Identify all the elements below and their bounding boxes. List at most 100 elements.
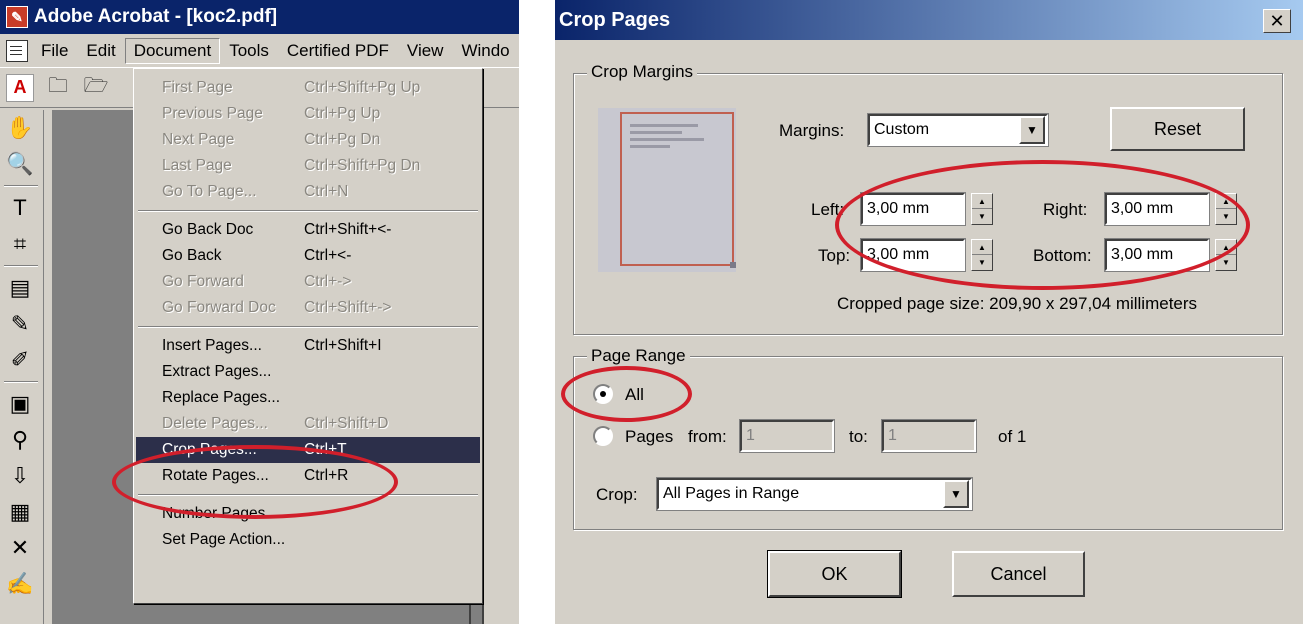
highlight-tool-icon[interactable]: ✐ (0, 342, 40, 378)
menu-view[interactable]: View (398, 38, 453, 64)
menu-item-next-page: Next Page Ctrl+Pg Dn (136, 127, 480, 153)
stepper-down-icon[interactable]: ▼ (972, 209, 992, 224)
right-panel (482, 110, 519, 624)
open-folder-icon[interactable]: 🗀 (44, 74, 72, 102)
menu-document[interactable]: Document (124, 37, 221, 64)
stepper-up-icon[interactable]: ▲ (972, 240, 992, 255)
tool-separator (4, 381, 38, 383)
preview-resize-handle (730, 262, 736, 268)
stepper-down-icon[interactable]: ▼ (1216, 255, 1236, 270)
menu-item-shortcut: Ctrl+Pg Dn (304, 131, 381, 148)
crop-range-select[interactable]: All Pages in Range (656, 477, 973, 511)
to-page-field[interactable]: 1 (881, 419, 977, 453)
preview-text-line (630, 145, 670, 148)
tools-sidebar: ✋ 🔍 T ⌗ ▤ ✎ ✐ ▣ ⚲ ⇩ ▦ ✕ ✍ (0, 110, 44, 624)
menu-tools[interactable]: Tools (220, 38, 278, 64)
open-file-icon[interactable]: 🗁 (82, 74, 110, 102)
menu-item-insert-pages[interactable]: Insert Pages... Ctrl+Shift+I (136, 333, 480, 359)
chevron-down-icon[interactable]: ▼ (1019, 116, 1045, 144)
page-range-group-label: Page Range (587, 346, 690, 366)
pages-range-label[interactable]: Pages (625, 427, 673, 447)
hand-tool-icon[interactable]: ✋ (0, 110, 40, 146)
menu-item-go-back-doc[interactable]: Go Back Doc Ctrl+Shift+<- (136, 217, 480, 243)
document-menu-dropdown: First Page Ctrl+Shift+Pg Up Previous Page C… (133, 68, 483, 604)
top-margin-field[interactable]: 3,00 mm (860, 238, 966, 272)
menu-item-shortcut: Ctrl+Shift+Pg Dn (304, 157, 421, 174)
cancel-button[interactable]: Cancel (952, 551, 1085, 597)
resize-tool-icon[interactable]: ✕ (0, 530, 40, 566)
menu-item-go-forward: Go Forward Ctrl+-> (136, 269, 480, 295)
menu-window[interactable]: Windo (452, 38, 518, 64)
acrobat-app-icon: ✎ (6, 6, 28, 28)
stepper-down-icon[interactable]: ▼ (1216, 209, 1236, 224)
menu-item-label: First Page (162, 79, 233, 96)
right-margin-stepper[interactable]: ▲ ▼ (1215, 193, 1237, 225)
menu-certified-pdf[interactable]: Certified PDF (278, 38, 398, 64)
form-tool-icon[interactable]: ▣ (0, 386, 40, 422)
menu-item-label: Previous Page (162, 105, 263, 122)
menu-item-label: Go Back Doc (162, 221, 254, 238)
menu-file[interactable]: File (32, 38, 77, 64)
dialog-titlebar: Crop Pages ✕ (555, 0, 1303, 40)
menu-item-label: Go To Page... (162, 183, 257, 200)
zoom-tool-icon[interactable]: 🔍 (0, 146, 40, 182)
text-select-tool-icon[interactable]: T (0, 190, 40, 226)
bottom-margin-stepper[interactable]: ▲ ▼ (1215, 239, 1237, 271)
stepper-up-icon[interactable]: ▲ (972, 194, 992, 209)
menu-item-extract-pages[interactable]: Extract Pages... (136, 359, 480, 385)
menu-item-label: Delete Pages... (162, 415, 268, 432)
adobe-logo-icon[interactable]: A (6, 73, 34, 102)
menu-item-label: Next Page (162, 131, 235, 148)
note-tool-icon[interactable]: ▤ (0, 270, 40, 306)
acrobat-window: ✎ Adobe Acrobat - [koc2.pdf] File Edit D… (0, 0, 519, 624)
menu-item-label: Go Forward Doc (162, 299, 276, 316)
menu-item-shortcut: Ctrl+R (304, 467, 349, 484)
menu-item-shortcut: Ctrl+<- (304, 247, 352, 264)
menu-edit[interactable]: Edit (77, 38, 124, 64)
stepper-up-icon[interactable]: ▲ (1216, 194, 1236, 209)
crop-label: Crop: (596, 485, 638, 504)
menu-separator (138, 326, 478, 328)
stepper-up-icon[interactable]: ▲ (1216, 240, 1236, 255)
crop-tool-icon[interactable]: ⌗ (0, 226, 40, 262)
menu-item-label: Last Page (162, 157, 232, 174)
stepper-down-icon[interactable]: ▼ (972, 255, 992, 270)
menu-item-replace-pages[interactable]: Replace Pages... (136, 385, 480, 411)
menu-item-crop-pages[interactable]: Crop Pages... Ctrl+T (136, 437, 480, 463)
left-margin-stepper[interactable]: ▲ ▼ (971, 193, 993, 225)
margins-label: Margins: (779, 121, 845, 140)
ok-button[interactable]: OK (767, 550, 902, 598)
preview-text-line (630, 138, 704, 141)
menu-item-label: Extract Pages... (162, 363, 272, 380)
menu-item-label: Insert Pages... (162, 337, 262, 354)
menu-item-shortcut: Ctrl+N (304, 183, 349, 200)
link-tool-icon[interactable]: ⚲ (0, 422, 40, 458)
menu-item-shortcut: Ctrl+-> (304, 273, 352, 290)
menu-item-rotate-pages[interactable]: Rotate Pages... Ctrl+R (136, 463, 480, 489)
menu-item-go-back[interactable]: Go Back Ctrl+<- (136, 243, 480, 269)
menu-item-shortcut: Ctrl+Shift+Pg Up (304, 79, 421, 96)
menu-item-set-page-action[interactable]: Set Page Action... (136, 527, 480, 553)
right-margin-field[interactable]: 3,00 mm (1104, 192, 1210, 226)
tool-separator (4, 265, 38, 267)
all-pages-label[interactable]: All (625, 385, 644, 405)
document-icon[interactable] (6, 39, 28, 62)
menu-item-previous-page: Previous Page Ctrl+Pg Up (136, 101, 480, 127)
close-icon[interactable]: ✕ (1263, 9, 1291, 33)
pencil-tool-icon[interactable]: ✎ (0, 306, 40, 342)
bottom-margin-field[interactable]: 3,00 mm (1104, 238, 1210, 272)
left-margin-field[interactable]: 3,00 mm (860, 192, 966, 226)
reset-button[interactable]: Reset (1110, 107, 1245, 151)
chevron-down-icon[interactable]: ▼ (943, 480, 969, 508)
menu-item-number-pages[interactable]: Number Pages... (136, 501, 480, 527)
all-pages-radio[interactable] (593, 384, 613, 404)
left-label: Left: (811, 200, 845, 219)
dialog-title: Crop Pages (559, 8, 671, 31)
top-margin-stepper[interactable]: ▲ ▼ (971, 239, 993, 271)
stamp-tool-icon[interactable]: ▦ (0, 494, 40, 530)
sign-tool-icon[interactable]: ✍ (0, 566, 40, 602)
pages-range-radio[interactable] (593, 426, 613, 446)
movie-tool-icon[interactable]: ⇩ (0, 458, 40, 494)
menu-item-label: Crop Pages... (162, 441, 257, 458)
from-page-field[interactable]: 1 (739, 419, 835, 453)
